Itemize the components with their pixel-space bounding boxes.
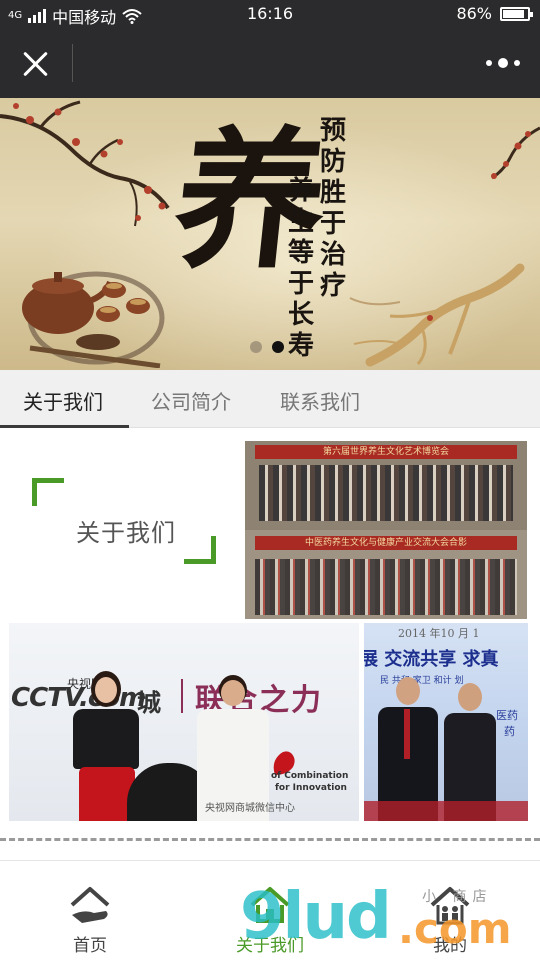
tab-company-profile[interactable]: 公司简介 — [151, 386, 231, 415]
page: 4G 中国移动 16:16 86% 养 预 防 胜 于 治 疗 养 生 等 于 … — [0, 0, 540, 960]
teaset-image — [22, 271, 165, 368]
nav-mine[interactable]: 我的 — [360, 861, 540, 960]
status-bar: 4G 中国移动 16:16 86% — [0, 0, 540, 28]
tab-about-us[interactable]: 关于我们 — [23, 386, 103, 415]
corner-bracket-bottom-right — [184, 536, 216, 564]
battery-level — [503, 9, 524, 18]
about-title: 关于我们 — [76, 519, 176, 547]
tab-bar: 关于我们 公司简介 联系我们 — [0, 370, 540, 428]
house-people-icon — [430, 887, 470, 925]
poem-character: 寿 — [287, 331, 314, 361]
plum-branch-left-image — [0, 100, 170, 227]
corner-bracket-top-left — [32, 478, 64, 506]
carousel-dot[interactable] — [250, 341, 262, 353]
interview-photo-image[interactable]: 央视网 CCTV.com 城 联合之力 of Combination for I… — [9, 623, 359, 821]
tab-contact-us[interactable]: 联系我们 — [280, 386, 360, 415]
nav-about-us[interactable]: 关于我们 — [180, 861, 360, 960]
home-hand-icon — [70, 887, 110, 923]
title-bar-divider — [72, 44, 73, 82]
banner-poem-right: 预防胜于治疗 — [318, 116, 348, 302]
poem-character: 胜 — [319, 178, 346, 208]
nav-home[interactable]: 首页 — [0, 861, 180, 960]
poem-character: 预 — [319, 116, 346, 146]
section-divider — [0, 838, 540, 841]
nav-mine-label: 我的 — [433, 936, 467, 956]
status-right: 86% — [456, 4, 533, 23]
photo-banner-bottom: 中医药养生文化与健康产业交流大会合影 — [255, 536, 517, 550]
photo-c-slogan: 展 交流共享 求真 — [364, 649, 499, 670]
nav-about-us-label: 关于我们 — [236, 936, 304, 956]
carousel-dot[interactable] — [272, 341, 284, 353]
banner-poem-left: 养生等于长寿 — [286, 176, 316, 362]
photo-banner-top: 第六届世界养生文化艺术博览会 — [255, 445, 517, 459]
bottom-navigation: 首页 关于我们 我的 — [0, 860, 540, 960]
house-icon — [250, 887, 290, 923]
poem-character: 等 — [287, 238, 314, 268]
title-bar — [0, 28, 540, 98]
plum-branch-right-image — [491, 126, 540, 180]
about-title-box: 关于我们 — [30, 478, 216, 564]
poem-character: 长 — [287, 300, 314, 330]
photo-c-side2: 药 — [504, 725, 515, 738]
poem-character: 于 — [319, 209, 346, 239]
poem-character: 疗 — [319, 271, 346, 301]
battery-percent: 86% — [456, 4, 492, 23]
award-photo-image[interactable]: 2014 年10 月 1 展 交流共享 求真 民 共和 家卫 和计 划 医药 药 — [364, 623, 528, 821]
photo-caption-1: of Combination — [271, 771, 349, 781]
nav-home-label: 首页 — [73, 936, 107, 956]
photo-caption-2: for Innovation — [275, 783, 347, 793]
more-dots-icon[interactable] — [486, 54, 520, 72]
poem-character: 养 — [287, 176, 314, 206]
group-photo-image[interactable]: 第六届世界养生文化艺术博览会 中医药养生文化与健康产业交流大会合影 — [245, 441, 527, 619]
battery-icon — [500, 6, 533, 21]
photo-watermark: 央视网商城微信中心 — [205, 803, 295, 814]
poem-character: 于 — [287, 269, 314, 299]
poem-character: 生 — [287, 207, 314, 237]
close-icon[interactable] — [20, 48, 52, 80]
poem-character: 防 — [319, 147, 346, 177]
banner-carousel[interactable]: 养 预防胜于治疗 养生等于长寿 — [0, 98, 540, 370]
ginseng-image — [349, 263, 525, 367]
poem-character: 治 — [319, 240, 346, 270]
carousel-indicator[interactable] — [250, 341, 284, 353]
photo-c-side1: 医药 — [496, 709, 518, 722]
main-content: 关于我们 第六届世界养生文化艺术博览会 中医药养生文化与健康产业交流大会合影 央… — [0, 428, 540, 884]
photo-date-line: 2014 年10 月 1 — [398, 627, 480, 640]
